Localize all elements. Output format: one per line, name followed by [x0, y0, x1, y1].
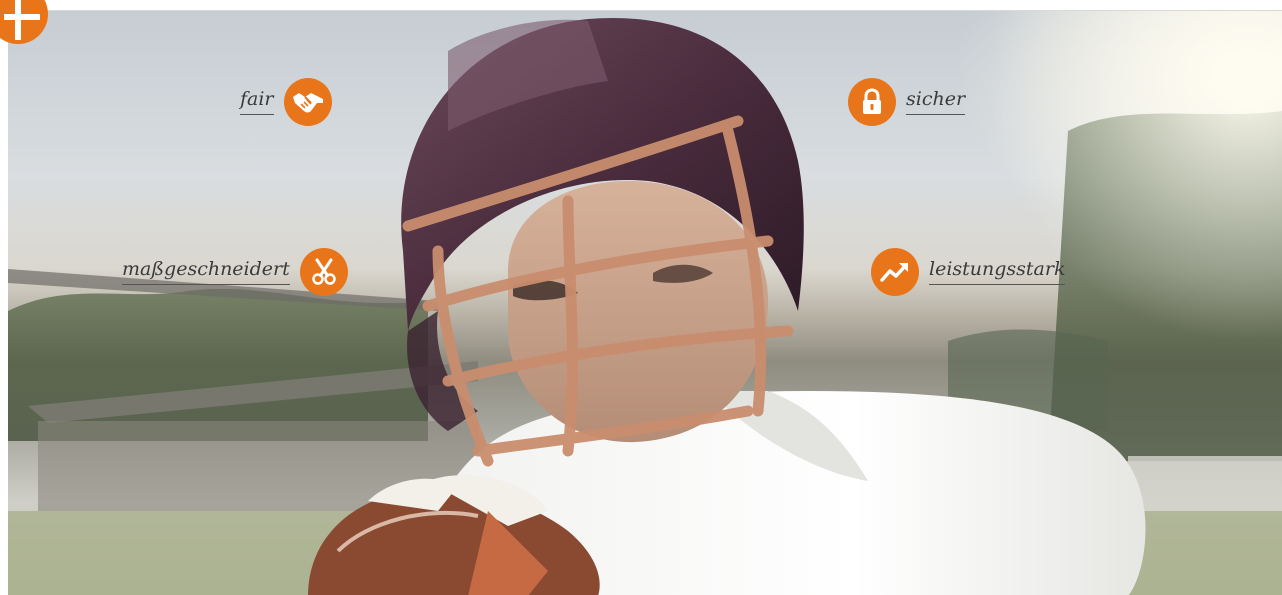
feature-massgeschneidert-label: maßgeschneidert [122, 258, 290, 286]
scissors-icon [299, 248, 348, 296]
feature-sicher-label: sicher [906, 88, 966, 116]
trending-up-icon [871, 248, 919, 296]
feature-leistungsstark: leistungsstark [871, 248, 1066, 296]
feature-fair-label: fair [240, 88, 274, 116]
padlock-icon [848, 78, 896, 126]
feature-sicher: sicher [848, 78, 966, 126]
feature-leistungsstark-label: leistungsstark [929, 258, 1066, 286]
football-player-photo [8, 11, 1282, 595]
feature-fair: fair [240, 78, 332, 126]
feature-massgeschneidert: maßgeschneidert [122, 248, 348, 296]
page: fair sicher maßgeschneidert leistungssta… [0, 0, 1282, 595]
handshake-icon [283, 78, 332, 126]
hero-image [8, 10, 1282, 595]
plus-cross-icon[interactable] [0, 0, 52, 44]
